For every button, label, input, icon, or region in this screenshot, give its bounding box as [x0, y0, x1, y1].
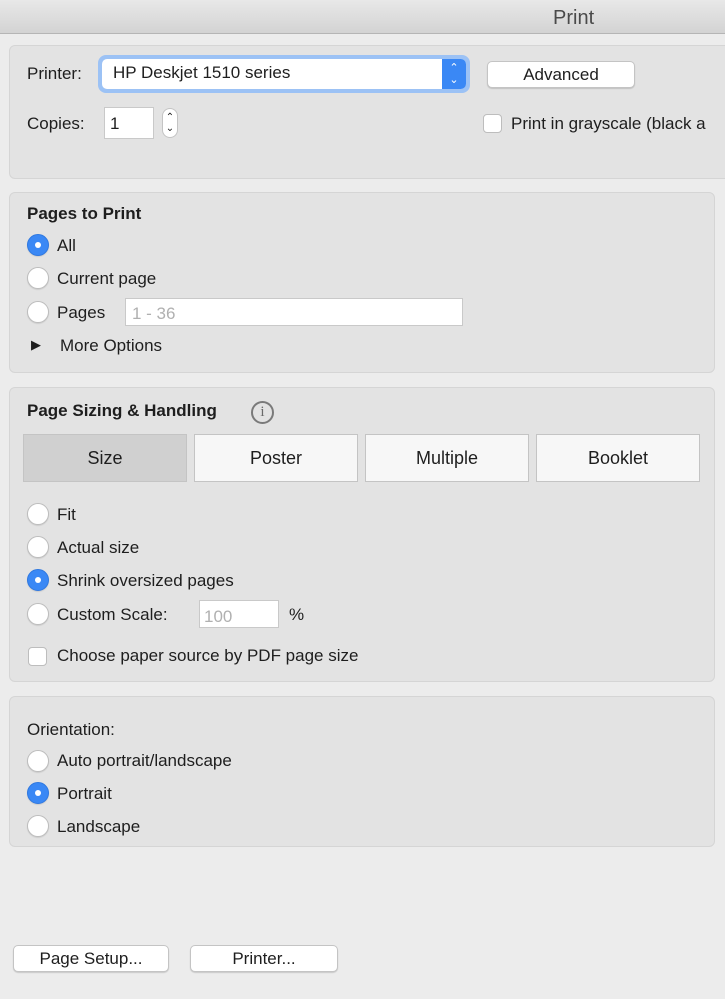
tab-booklet[interactable]: Booklet [536, 434, 700, 482]
radio-auto[interactable] [27, 750, 49, 772]
radio-current-label: Current page [57, 269, 157, 288]
chevron-updown-icon: ⌃ ⌄ [442, 59, 466, 89]
sizing-heading: Page Sizing & Handling [27, 401, 217, 420]
printer-label: Printer: [27, 64, 82, 83]
radio-custom-label: Custom Scale: [57, 605, 168, 624]
tab-multiple[interactable]: Multiple [365, 434, 529, 482]
copies-input[interactable]: 1 [104, 107, 154, 139]
orientation-heading: Orientation: [27, 720, 115, 739]
radio-actual-label: Actual size [57, 538, 140, 557]
percent-label: % [289, 605, 305, 624]
copies-label: Copies: [27, 114, 85, 133]
radio-shrink-label: Shrink oversized pages [57, 571, 234, 590]
grayscale-label: Print in grayscale (black a [511, 114, 706, 133]
radio-landscape-label: Landscape [57, 817, 141, 836]
page-range-input[interactable]: 1 - 36 [125, 298, 463, 326]
tab-size[interactable]: Size [23, 434, 187, 482]
radio-all-label: All [57, 236, 76, 255]
copies-stepper[interactable]: ⌃ ⌄ [162, 108, 178, 138]
tab-poster[interactable]: Poster [194, 434, 358, 482]
printer-select-value: HP Deskjet 1510 series [113, 63, 291, 82]
radio-fit-label: Fit [57, 505, 76, 524]
custom-scale-input[interactable]: 100 [199, 600, 279, 628]
page-setup-button[interactable]: Page Setup... [13, 945, 169, 972]
more-options-toggle[interactable]: More Options [60, 336, 162, 356]
advanced-button[interactable]: Advanced [487, 61, 635, 88]
radio-custom-scale[interactable] [27, 603, 49, 625]
radio-portrait-label: Portrait [57, 784, 112, 803]
radio-pages[interactable] [27, 301, 49, 323]
pages-heading: Pages to Print [27, 204, 142, 223]
title-bar [0, 0, 725, 34]
grayscale-checkbox[interactable] [483, 114, 502, 133]
window-title: Print [553, 7, 595, 29]
radio-shrink[interactable] [27, 569, 49, 591]
radio-current-page[interactable] [27, 267, 49, 289]
paper-source-checkbox[interactable] [28, 647, 47, 666]
radio-pages-label: Pages [57, 303, 106, 322]
radio-actual-size[interactable] [27, 536, 49, 558]
printer-select[interactable]: HP Deskjet 1510 series ⌃ ⌄ [98, 55, 470, 93]
radio-fit[interactable] [27, 503, 49, 525]
paper-source-label: Choose paper source by PDF page size [57, 646, 359, 665]
printer-button[interactable]: Printer... [190, 945, 338, 972]
disclosure-triangle-icon[interactable]: ▶ [31, 337, 41, 353]
radio-portrait[interactable] [27, 782, 49, 804]
sizing-panel [9, 387, 715, 682]
info-icon[interactable]: i [251, 401, 274, 424]
radio-landscape[interactable] [27, 815, 49, 837]
radio-all[interactable] [27, 234, 49, 256]
radio-auto-label: Auto portrait/landscape [57, 751, 232, 770]
